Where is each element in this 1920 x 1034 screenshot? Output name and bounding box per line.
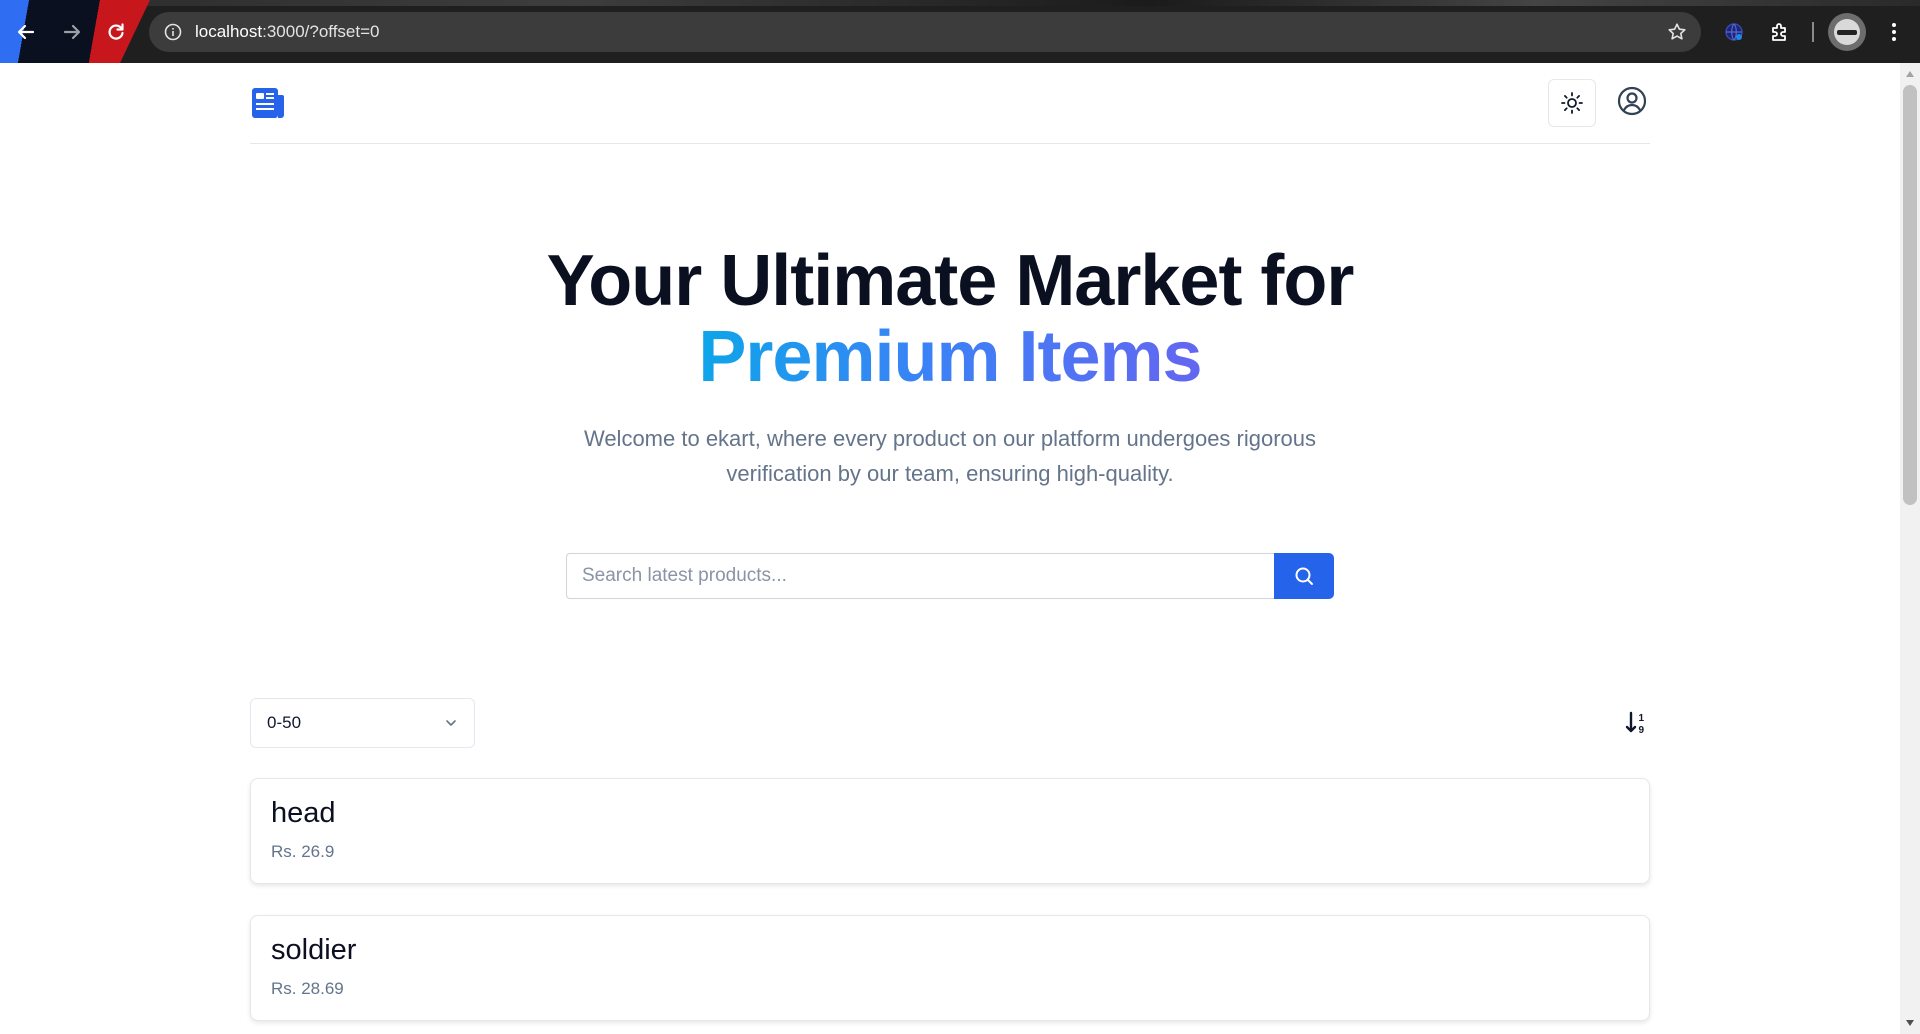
sun-icon [1561, 92, 1583, 114]
sort-button[interactable]: 1 9 [1622, 708, 1652, 738]
info-icon [164, 23, 182, 41]
back-button[interactable] [10, 16, 42, 48]
hero-subtitle: Welcome to ekart, where every product on… [583, 426, 1317, 486]
avatar [1834, 19, 1860, 45]
browser-menu-button[interactable] [1880, 18, 1908, 46]
scroll-up-arrow[interactable] [1906, 71, 1914, 77]
arrow-left-icon [17, 24, 35, 40]
site-header [250, 63, 1650, 144]
page-viewport: Your Ultimate Market for Premium Items W… [0, 63, 1900, 1034]
price-range-select[interactable]: 0-50 [250, 698, 475, 748]
url-host: localhost [195, 22, 263, 41]
hero-title: Your Ultimate Market for Premium Items [250, 243, 1650, 395]
page-scrollbar[interactable] [1900, 63, 1920, 1034]
puzzle-icon [1772, 23, 1786, 41]
profile-button[interactable] [1828, 13, 1866, 51]
star-icon [1668, 23, 1686, 40]
svg-text:9: 9 [1639, 725, 1645, 736]
theme-toggle-button[interactable] [1548, 79, 1596, 127]
reload-button[interactable] [100, 16, 132, 48]
newspaper-icon [252, 88, 284, 118]
product-card[interactable]: soldier Rs. 28.69 [250, 915, 1650, 1021]
bookmark-button[interactable] [1667, 22, 1687, 47]
scrollbar-thumb[interactable] [1903, 85, 1917, 505]
home-logo-link[interactable] [250, 85, 286, 121]
product-name: soldier [271, 934, 357, 966]
url-text: localhost:3000/?offset=0 [195, 22, 379, 42]
browser-chrome: localhost:3000/?offset=0 [0, 0, 1920, 63]
chevron-down-icon [446, 720, 456, 726]
price-range-value: 0-50 [267, 713, 302, 732]
more-vertical-icon [1892, 23, 1896, 41]
product-price: Rs. 28.69 [271, 979, 344, 998]
search-icon [1295, 567, 1313, 585]
user-circle-icon [1617, 86, 1647, 116]
arrow-right-icon [63, 24, 81, 40]
product-card[interactable]: head Rs. 26.9 [250, 778, 1650, 884]
hero-title-line1: Your Ultimate Market for [546, 241, 1355, 321]
reload-icon [108, 23, 124, 40]
url-path: :3000/?offset=0 [262, 22, 380, 41]
globe-extension-icon [1725, 23, 1743, 41]
tab-strip [0, 0, 1920, 6]
address-bar[interactable]: localhost:3000/?offset=0 [149, 12, 1701, 52]
search-button[interactable] [1274, 553, 1334, 599]
extensions-menu-button[interactable] [1766, 18, 1794, 46]
svg-text:1: 1 [1639, 713, 1645, 724]
sort-descending-icon: 1 9 [1625, 711, 1645, 736]
search-input[interactable] [566, 553, 1276, 599]
scroll-down-arrow[interactable] [1906, 1020, 1914, 1026]
extension-button[interactable] [1720, 18, 1748, 46]
toolbar-separator [1812, 22, 1814, 42]
site-info-button[interactable] [163, 22, 183, 42]
search-form [566, 553, 1334, 599]
forward-button[interactable] [56, 16, 88, 48]
product-price: Rs. 26.9 [271, 842, 335, 861]
user-account-button[interactable] [1616, 85, 1648, 117]
product-name: head [271, 797, 336, 829]
hero-title-highlight: Premium Items [698, 317, 1202, 397]
